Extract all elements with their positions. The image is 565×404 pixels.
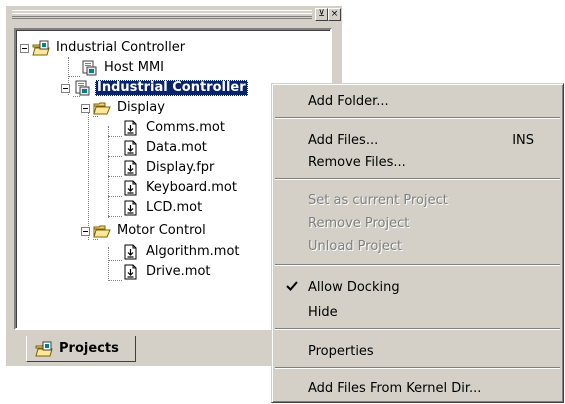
tree-node-label: Keyboard.mot [146,180,237,195]
tree-node-file[interactable]: Display.fpr [122,158,216,178]
tree-node-label: Display.fpr [146,160,215,175]
menu-item-label: Add Files... [308,132,379,148]
tree-node-label: Host MMI [104,60,164,75]
project-group-icon [35,341,53,356]
tree-node-industrial-controller[interactable]: Industrial Controller [61,78,248,98]
tree-line [108,260,122,261]
tree-node-motor-control-folder[interactable]: Motor Control [81,221,208,241]
folder-open-icon [93,225,111,238]
tree-node-label: Data.mot [146,140,207,155]
menu-separator [275,367,560,369]
project-icon [75,80,90,96]
tree-node-label: Algorithm.mot [146,244,240,259]
tree-line [108,176,122,177]
menu-item-label: Hide [308,304,338,320]
project-icon [82,60,97,76]
checkmark-icon [286,281,298,291]
menu-item-label: Allow Docking [308,279,400,295]
tree-line [88,104,89,240]
menu-item-add-files[interactable]: Add Files... INS [275,128,560,152]
tree-node-label: Motor Control [117,223,206,238]
menu-item-set-current-project: Set as current Project [275,188,560,212]
project-group-icon [32,40,50,56]
tree-node-file[interactable]: Comms.mot [122,118,227,138]
menu-item-label: Unload Project [308,238,403,254]
tree-node-label: LCD.mot [146,200,203,215]
tree-root-node[interactable]: Industrial Controller [20,38,187,58]
tree-node-label: Display [117,100,165,115]
tree-node-display-folder[interactable]: Display [81,98,167,118]
restore-icon: ⊻ [318,9,325,19]
file-download-icon [124,120,137,136]
menu-item-hide[interactable]: Hide [275,300,560,324]
tree-line [108,136,122,137]
tree-node-host-mmi[interactable]: Host MMI [80,58,166,78]
menu-item-remove-files[interactable]: Remove Files... [275,150,560,174]
tree-node-label: Drive.mot [146,264,211,279]
tree-node-file[interactable]: Keyboard.mot [122,178,239,198]
tree-line [108,156,122,157]
collapse-toggle[interactable] [81,226,90,236]
file-download-icon [124,140,137,156]
menu-item-allow-docking[interactable]: Allow Docking [275,275,560,299]
restore-button[interactable]: ⊻ [315,8,328,21]
tree-line [108,196,122,197]
collapse-toggle[interactable] [81,103,90,113]
menu-item-properties[interactable]: Properties [275,339,560,363]
folder-open-icon [93,102,111,115]
menu-item-label: Set as current Project [308,192,448,208]
docking-grip[interactable] [12,10,312,19]
menu-item-label: Add Files From Kernel Dir... [308,380,482,396]
menu-item-add-folder[interactable]: Add Folder... [275,89,560,113]
menu-item-add-files-from-kernel-dir[interactable]: Add Files From Kernel Dir... [275,376,560,400]
tree-line [68,76,80,77]
tree-line [108,280,122,281]
tree-line [108,247,109,281]
close-icon: × [330,9,339,19]
tree-node-label: Industrial Controller [95,80,248,96]
collapse-toggle[interactable] [61,83,70,93]
tree-node-file[interactable]: Drive.mot [122,262,213,282]
menu-separator [275,117,560,119]
menu-item-unload-project: Unload Project [275,234,560,258]
tree-node-label: Comms.mot [146,120,225,135]
file-download-icon [124,160,137,176]
close-button[interactable]: × [328,8,341,21]
tree-node-label: Industrial Controller [56,40,186,55]
tab-projects[interactable]: Projects [26,336,136,362]
tab-label: Projects [59,340,119,356]
menu-item-label: Add Folder... [308,93,389,109]
shortcut-label: INS [512,132,534,148]
menu-item-label: Remove Files... [308,154,406,170]
menu-item-remove-project: Remove Project [275,211,560,235]
file-download-icon [124,244,137,260]
tree-node-file[interactable]: LCD.mot [122,198,204,218]
menu-separator [275,264,560,266]
file-download-icon [124,264,137,280]
menu-item-label: Properties [308,343,374,359]
menu-item-label: Remove Project [308,215,410,231]
tree-line [108,126,109,218]
menu-separator [275,178,560,180]
tree-line [108,216,122,217]
tree-node-file[interactable]: Algorithm.mot [122,242,242,262]
menu-separator [275,328,560,330]
context-menu: Add Folder... Add Files... INS Remove Fi… [271,83,564,403]
file-download-icon [124,180,137,196]
collapse-toggle[interactable] [20,43,29,53]
tree-node-file[interactable]: Data.mot [122,138,209,158]
file-download-icon [124,200,137,216]
